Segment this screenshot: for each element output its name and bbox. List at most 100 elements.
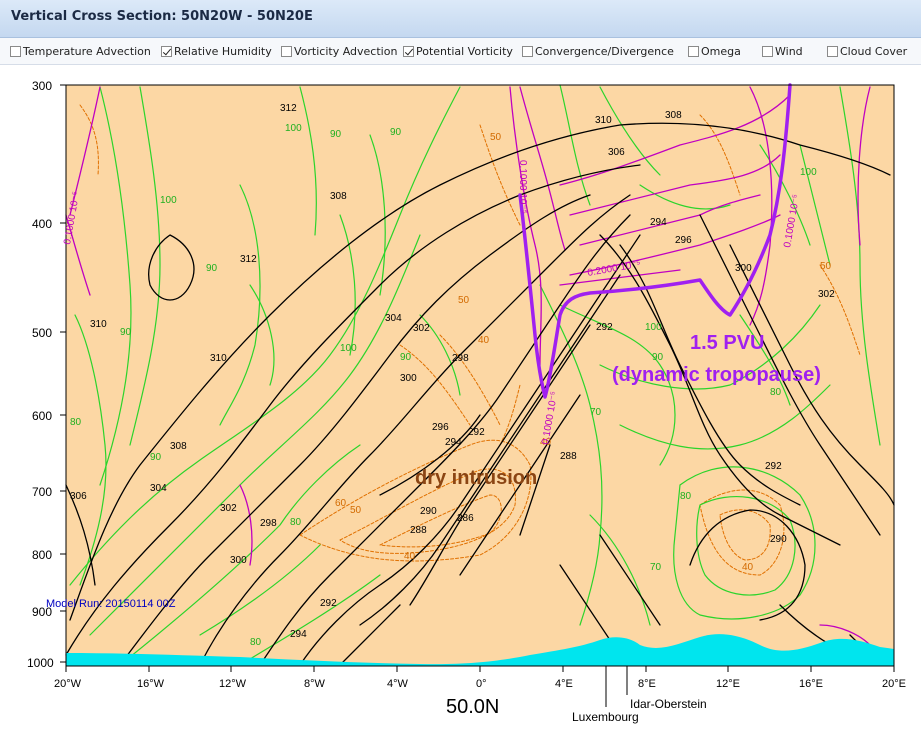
theta-label: 302 [413, 323, 430, 334]
option-wind[interactable]: Wind [762, 44, 803, 58]
theta-label: 304 [150, 483, 167, 494]
theta-label: 290 [770, 534, 787, 545]
dry-intrusion-annotation: dry intrusion [415, 467, 537, 489]
pvu-annotation: 1.5 PVU [690, 332, 764, 354]
rh-label: 90 [330, 129, 342, 140]
theta-label: 294 [650, 217, 667, 228]
x-tick-label: 16°E [799, 678, 823, 690]
potential-vorticity-checkbox[interactable] [403, 45, 414, 57]
temperature-advection-checkbox[interactable] [10, 45, 21, 57]
rh-label: 70 [590, 407, 602, 418]
option-potential-vorticity[interactable]: Potential Vorticity [403, 44, 513, 58]
theta-label: 304 [385, 313, 402, 324]
cloud-cover-checkbox[interactable] [827, 45, 838, 57]
rh-label: 80 [70, 417, 82, 428]
x-tick-label: 8°W [304, 678, 326, 690]
luxembourg-label: Luxembourg [572, 710, 639, 724]
rh-label: 90 [652, 352, 664, 363]
option-label: Omega [701, 44, 741, 58]
convergence-divergence-checkbox[interactable] [522, 45, 533, 57]
x-tick-label: 16°W [137, 678, 165, 690]
rh-label: 100 [800, 167, 817, 178]
theta-label: 312 [240, 254, 257, 265]
rh-label: 80 [770, 387, 782, 398]
rh-label: 90 [206, 263, 218, 274]
rh-label: 90 [400, 352, 412, 363]
theta-label: 308 [665, 110, 682, 121]
rh-low-label: 50 [350, 505, 362, 516]
option-relative-humidity[interactable]: Relative Humidity [161, 44, 272, 58]
rh-label: 100 [645, 322, 662, 333]
option-convergence-divergence[interactable]: Convergence/Divergence [522, 44, 674, 58]
tropopause-annotation: (dynamic tropopause) [612, 364, 821, 386]
option-label: Cloud Cover [840, 44, 908, 58]
y-tick-label: 400 [32, 217, 52, 231]
rh-low-label: 40 [742, 562, 754, 573]
option-label: Potential Vorticity [416, 44, 513, 58]
theta-label: 302 [220, 503, 237, 514]
theta-label: 310 [595, 115, 612, 126]
theta-label: 298 [452, 353, 469, 364]
theta-label: 292 [765, 461, 782, 472]
rh-label: 80 [250, 637, 262, 648]
x-tick-label: 12°E [716, 678, 740, 690]
wind-checkbox[interactable] [762, 45, 773, 57]
theta-label: 290 [420, 506, 437, 517]
rh-label: 90 [390, 127, 402, 138]
theta-label: 286 [457, 513, 474, 524]
relative-humidity-checkbox[interactable] [161, 45, 172, 57]
rh-label: 100 [285, 123, 302, 134]
rh-low-label: 40 [478, 335, 490, 346]
rh-label: 100 [340, 343, 357, 354]
theta-label: 308 [330, 191, 347, 202]
rh-label: 80 [680, 491, 692, 502]
rh-label: 100 [160, 195, 177, 206]
y-axis: 300 400 500 600 700 800 900 1000 [27, 79, 66, 670]
theta-label: 310 [90, 319, 107, 330]
vorticity-advection-checkbox[interactable] [281, 45, 292, 57]
rh-label: 90 [150, 452, 162, 463]
theta-label: 308 [170, 441, 187, 452]
theta-label: 300 [735, 263, 752, 274]
x-tick-label: 4°E [555, 678, 573, 690]
x-tick-label: 0° [476, 678, 487, 690]
rh-low-label: 60 [335, 498, 347, 509]
option-vorticity-advection[interactable]: Vorticity Advection [281, 44, 397, 58]
rh-low-label: 50 [490, 132, 502, 143]
theta-label: 296 [675, 235, 692, 246]
place-markers: Idar-Oberstein Luxembourg [572, 666, 707, 724]
option-temperature-advection[interactable]: Temperature Advection [10, 44, 151, 58]
idar-oberstein-label: Idar-Oberstein [630, 697, 707, 711]
x-axis: 20°W 16°W 12°W 8°W 4°W 0° 4°E 8°E 12°E 1… [54, 666, 906, 690]
theta-label: 288 [410, 525, 427, 536]
rh-low-label: 40 [404, 551, 416, 562]
rh-label: 70 [650, 562, 662, 573]
model-run-label: Model Run: 20150114 00Z [46, 598, 176, 610]
option-cloud-cover[interactable]: Cloud Cover [827, 44, 907, 58]
theta-label: 298 [260, 518, 277, 529]
option-omega[interactable]: Omega [688, 44, 741, 58]
x-tick-label: 8°E [638, 678, 656, 690]
x-tick-label: 12°W [219, 678, 247, 690]
option-label: Temperature Advection [23, 44, 151, 58]
rh-label: 90 [120, 327, 132, 338]
x-tick-label: 20°E [882, 678, 906, 690]
option-label: Convergence/Divergence [535, 44, 674, 58]
theta-label: 294 [445, 437, 462, 448]
cross-section-chart: 312 312 310 310 308 308 306 304 304 302 … [0, 65, 921, 734]
theta-label: 310 [210, 353, 227, 364]
y-tick-label: 300 [32, 79, 52, 93]
y-tick-label: 700 [32, 485, 52, 499]
theta-label: 294 [290, 629, 307, 640]
theta-label: 296 [432, 422, 449, 433]
theta-label: 288 [560, 451, 577, 462]
window-title: Vertical Cross Section: 50N20W - 50N20E [11, 9, 313, 24]
latitude-label: 50.0N [446, 696, 499, 718]
y-tick-label: 900 [32, 605, 52, 619]
pv-label: 0.1000 10⁻⁵ [517, 160, 528, 214]
x-tick-label: 4°W [387, 678, 409, 690]
theta-label: 312 [280, 103, 297, 114]
theta-label: 306 [70, 491, 87, 502]
y-tick-label: 800 [32, 548, 52, 562]
omega-checkbox[interactable] [688, 45, 699, 57]
